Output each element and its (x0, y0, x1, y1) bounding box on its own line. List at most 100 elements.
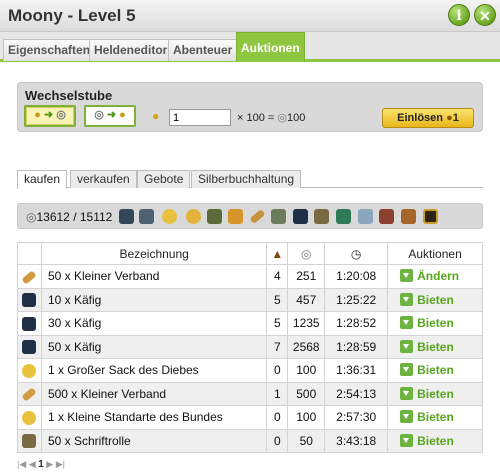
scroll-filter-icon[interactable] (314, 209, 329, 224)
sack-filter-icon[interactable] (162, 209, 177, 224)
bid-button[interactable]: Bieten (387, 311, 483, 336)
gold-to-silver-button[interactable]: ● ➜ ◎ (24, 105, 76, 127)
change-bid-button[interactable]: Ändern (387, 264, 483, 289)
dropdown-arrow-icon (400, 316, 414, 330)
item-name: 50 x Käfig (40, 334, 268, 359)
window-titlebar: Moony - Level 5 i ✕ (0, 0, 500, 32)
people-filter-icon[interactable] (207, 209, 222, 224)
item-time: 2:54:13 (324, 381, 389, 406)
tab-silberbuchhaltung[interactable]: Silberbuchhaltung (191, 170, 302, 188)
tab-auktionen[interactable]: Auktionen (236, 32, 305, 62)
shirt-filter-icon[interactable] (358, 209, 373, 224)
cage-filter-icon[interactable] (293, 209, 308, 224)
redeem-label: Einlösen (397, 112, 443, 124)
item-price: 100 (287, 358, 326, 383)
dropdown-arrow-icon (400, 269, 414, 283)
header-icon-col (17, 242, 42, 265)
dropdown-arrow-icon (400, 292, 414, 306)
table-header-row: Bezeichnung ▲ ◎ ◷ Auktionen (17, 242, 483, 265)
armor-filter-icon[interactable] (139, 209, 154, 224)
bid-button[interactable]: Bieten (387, 405, 483, 430)
item-time: 1:25:22 (324, 287, 389, 312)
hand-icon (22, 363, 37, 378)
first-page-button[interactable]: |◀ (17, 459, 26, 469)
header-level[interactable]: ▲ (266, 242, 289, 265)
header-time[interactable]: ◷ (324, 242, 389, 265)
hand-filter-icon[interactable] (186, 209, 201, 224)
row-icon-cell (17, 381, 42, 406)
gold-coin-icon: ● (446, 112, 453, 124)
item-name: 50 x Kleiner Verband (40, 264, 268, 289)
close-icon[interactable]: ✕ (474, 4, 496, 26)
table-row: 30 x Käfig 5 1235 1:28:52 Bieten (17, 311, 483, 336)
bid-button[interactable]: Bieten (387, 287, 483, 312)
redeem-button[interactable]: Einlösen ●1 (382, 108, 474, 128)
picture-filter-icon[interactable] (423, 209, 438, 224)
silver-balance: ◎13612 / 15112 (26, 210, 112, 224)
auction-sub-tabs: kaufen verkaufen Gebote Silberbuchhaltun… (17, 170, 483, 189)
silver-coin-icon: ◎ (26, 210, 37, 224)
header-price[interactable]: ◎ (287, 242, 326, 265)
table-row: 1 x Großer Sack des Diebes 0 100 1:36:31… (17, 358, 483, 383)
formula-result: 100 (287, 112, 306, 124)
item-level: 4 (266, 264, 289, 289)
action-label: Bieten (417, 410, 454, 425)
action-label: Ändern (417, 269, 460, 284)
action-label: Bieten (417, 386, 454, 401)
arrow-right-icon: ➜ (106, 109, 117, 121)
dropdown-arrow-icon (400, 339, 414, 353)
book-filter-icon[interactable] (379, 209, 394, 224)
exchange-title: Wechselstube (25, 88, 113, 103)
row-icon-cell (17, 428, 42, 453)
item-level: 0 (266, 428, 289, 453)
dropdown-arrow-icon (400, 363, 414, 377)
action-label: Bieten (417, 363, 454, 378)
pagination: |◀ ◀ 1 ▶ ▶| (17, 459, 65, 470)
next-page-button[interactable]: ▶ (46, 459, 53, 469)
silver-to-gold-button[interactable]: ◎ ➜ ● (84, 105, 136, 127)
table-row: 50 x Kleiner Verband 4 251 1:20:08 Änder… (17, 264, 483, 289)
item-level: 5 (266, 311, 289, 336)
item-name: 500 x Kleiner Verband (40, 381, 268, 406)
weapon-filter-icon[interactable] (119, 209, 134, 224)
hat-filter-icon[interactable] (228, 209, 243, 224)
bid-button[interactable]: Bieten (387, 381, 483, 406)
item-price: 457 (287, 287, 326, 312)
bid-button[interactable]: Bieten (387, 358, 483, 383)
item-time: 1:28:52 (324, 311, 389, 336)
potion-filter-icon[interactable] (336, 209, 351, 224)
tab-heldeneditor[interactable]: Heldeneditor (89, 39, 173, 61)
prev-page-button[interactable]: ◀ (29, 459, 36, 469)
header-name[interactable]: Bezeichnung (40, 242, 268, 265)
dropdown-arrow-icon (400, 410, 414, 424)
tab-eigenschaften[interactable]: Eigenschaften (3, 39, 96, 61)
table-row: 10 x Käfig 5 457 1:25:22 Bieten (17, 287, 483, 312)
dropdown-arrow-icon (400, 386, 414, 400)
bandage-filter-icon[interactable] (249, 208, 266, 225)
dropdown-arrow-icon (400, 433, 414, 447)
tab-kaufen[interactable]: kaufen (17, 170, 68, 189)
bid-button[interactable]: Bieten (387, 334, 483, 359)
help-icon[interactable]: i (448, 4, 470, 26)
table-row: 50 x Käfig 7 2568 1:28:59 Bieten (17, 334, 483, 359)
row-icon-cell (17, 334, 42, 359)
last-page-button[interactable]: ▶| (56, 459, 65, 469)
silver-coin-icon: ◎ (301, 246, 312, 261)
item-level: 7 (266, 334, 289, 359)
box-filter-icon[interactable] (271, 209, 286, 224)
tab-gebote[interactable]: Gebote (137, 170, 191, 188)
item-price: 100 (287, 405, 326, 430)
gold-coin-icon: ● (152, 109, 160, 123)
gold-coin-icon: ● (119, 109, 126, 121)
item-level: 0 (266, 358, 289, 383)
bid-button[interactable]: Bieten (387, 428, 483, 453)
item-name: 10 x Käfig (40, 287, 268, 312)
amount-input[interactable] (169, 109, 231, 126)
tab-verkaufen[interactable]: verkaufen (70, 170, 137, 188)
bandage-icon (21, 387, 38, 402)
item-price: 2568 (287, 334, 326, 359)
map-filter-icon[interactable] (401, 209, 416, 224)
main-tab-bar: Eigenschaften Heldeneditor Abenteuer Auk… (0, 32, 500, 62)
arrow-right-icon: ➜ (43, 109, 54, 121)
tab-abenteuer[interactable]: Abenteuer (168, 39, 238, 61)
